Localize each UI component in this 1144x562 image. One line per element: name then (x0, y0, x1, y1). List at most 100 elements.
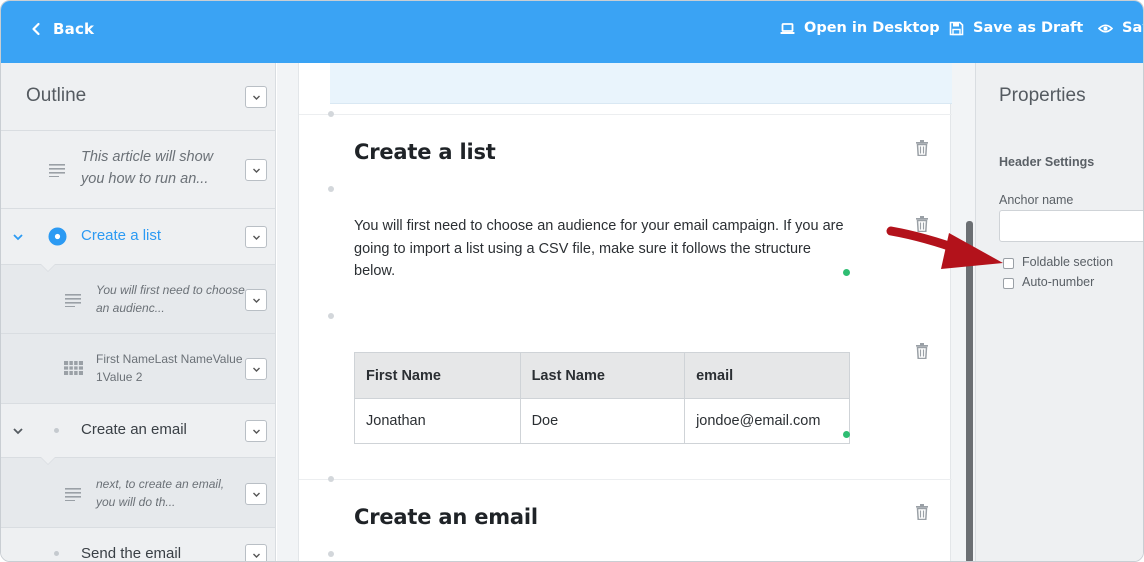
outline-item-line: next, to create an email, (96, 477, 225, 491)
paragraph-block[interactable]: You will first need to choose an audienc… (354, 215, 854, 283)
nest-notch (41, 457, 55, 464)
laptop-icon (780, 22, 795, 34)
chevron-down-icon[interactable] (12, 231, 24, 243)
block-handle[interactable] (328, 313, 334, 319)
outline-item-paragraph[interactable]: next, to create an email, you will do th… (1, 457, 275, 528)
outline-item-dropdown[interactable] (245, 420, 267, 442)
editor-canvas: Create a list You will first need to cho… (277, 63, 975, 561)
chevron-down-icon (252, 492, 260, 497)
header-settings-heading: Header Settings (999, 155, 1095, 169)
outline-header: Outline (1, 63, 275, 131)
trash-icon[interactable] (915, 343, 929, 359)
table-cell[interactable]: jondoe@email.com (684, 398, 850, 444)
active-header-icon (48, 227, 67, 246)
block-handle[interactable] (328, 476, 334, 482)
table-header-cell[interactable]: email (684, 352, 850, 399)
chevron-down-icon (252, 298, 260, 303)
heading-create-an-email[interactable]: Create an email (354, 505, 538, 529)
outline-item-dropdown[interactable] (245, 544, 267, 561)
outline-item-text: First NameLast NameValue 1Value 2 (96, 350, 243, 386)
auto-number-checkbox[interactable] (1003, 278, 1014, 289)
block-handle[interactable] (328, 111, 334, 117)
document-page: Create a list You will first need to cho… (298, 63, 952, 561)
auto-number-label: Auto-number (1022, 275, 1095, 289)
outline-item-paragraph[interactable]: You will first need to choose an audienc… (1, 264, 275, 334)
block-separator (299, 114, 952, 115)
saved-status-dot (843, 431, 850, 438)
outline-item-header-create-a-list[interactable]: Create a list (1, 209, 275, 265)
open-in-desktop-button[interactable]: Open in Desktop (780, 20, 940, 36)
chevron-down-icon (252, 95, 260, 100)
outline-item-label: Send the email (81, 545, 182, 562)
chevron-down-icon (252, 367, 260, 372)
anchor-name-label: Anchor name (999, 193, 1074, 207)
table-header-row: First Name Last Name email (354, 352, 850, 399)
chevron-down-icon (252, 168, 260, 173)
outline-item-text: You will first need to choose an audienc… (96, 281, 245, 317)
chevron-down-icon[interactable] (12, 425, 24, 437)
back-label: Back (53, 20, 95, 38)
outline-item-dropdown[interactable] (245, 159, 267, 181)
data-table[interactable]: First Name Last Name email Jonathan Doe … (354, 352, 850, 444)
save-as-draft-label: Save as Draft (973, 20, 1084, 36)
properties-title: Properties (999, 85, 1086, 106)
table-header-cell[interactable]: Last Name (519, 352, 686, 399)
eye-icon (1098, 23, 1113, 33)
block-separator (299, 479, 952, 480)
table-row: Jonathan Doe jondoe@email.com (354, 398, 850, 444)
chevron-down-icon (252, 235, 260, 240)
chevron-down-icon (252, 553, 260, 558)
outline-title: Outline (26, 85, 87, 106)
nest-notch (41, 264, 55, 271)
outline-item-line: First NameLast NameValue (96, 352, 243, 366)
paragraph-icon (49, 164, 65, 177)
properties-panel: Properties Header Settings Anchor name F… (975, 63, 1143, 561)
outline-item-label: Create a list (81, 227, 162, 244)
anchor-name-input[interactable] (999, 210, 1143, 242)
table-cell[interactable]: Doe (519, 398, 686, 444)
header-bullet-icon (54, 551, 59, 556)
table-icon (64, 361, 83, 375)
table-header-cell[interactable]: First Name (354, 352, 521, 399)
outline-item-text: next, to create an email, you will do th… (96, 475, 224, 511)
paragraph-icon (65, 294, 81, 307)
heading-create-a-list[interactable]: Create a list (354, 140, 496, 164)
foldable-section-label: Foldable section (1022, 255, 1114, 269)
outline-item-line: an audienc... (96, 301, 165, 315)
saved-status-dot (843, 269, 850, 276)
chevron-down-icon (252, 429, 260, 434)
paragraph-icon (65, 488, 81, 501)
chevron-left-icon (32, 22, 40, 36)
back-button[interactable]: Back (29, 20, 94, 38)
outline-menu-dropdown[interactable] (245, 86, 267, 108)
app-window: Back Open in Desktop Save as Draft Sav O… (0, 0, 1144, 562)
block-handle[interactable] (328, 551, 334, 557)
save-label: Sav (1122, 20, 1143, 36)
outline-item-line: You will first need to choose (96, 283, 245, 297)
outline-item-dropdown[interactable] (245, 358, 267, 380)
save-as-draft-button[interactable]: Save as Draft (949, 20, 1083, 36)
outline-item-line: 1Value 2 (96, 370, 143, 384)
outline-item-dropdown[interactable] (245, 289, 267, 311)
block-handle[interactable] (328, 186, 334, 192)
trash-icon[interactable] (915, 504, 929, 520)
outline-item-text: This article will show you how to run an… (81, 146, 213, 190)
outline-item-line: you will do th... (96, 495, 176, 509)
table-cell[interactable]: Jonathan (354, 398, 521, 444)
outline-item-table[interactable]: First NameLast NameValue 1Value 2 (1, 334, 275, 404)
annotation-arrow-icon (886, 226, 1003, 269)
outline-panel: Outline This article will show you how t… (1, 63, 276, 562)
outline-item-line: This article will show (81, 149, 214, 165)
outline-item-label: Create an email (81, 421, 187, 438)
top-bar: Back Open in Desktop Save as Draft Sav (1, 1, 1143, 63)
floppy-disk-icon (949, 21, 964, 35)
outline-item-line: you how to run an... (81, 171, 209, 187)
outline-item-header-create-an-email[interactable]: Create an email (1, 404, 275, 458)
outline-item-paragraph[interactable]: This article will show you how to run an… (1, 131, 275, 209)
trash-icon[interactable] (915, 140, 929, 156)
outline-item-dropdown[interactable] (245, 483, 267, 505)
outline-item-header-send-the-email[interactable]: Send the email (1, 528, 275, 562)
selected-block-banner[interactable] (330, 63, 952, 104)
outline-item-dropdown[interactable] (245, 226, 267, 248)
save-button[interactable]: Sav (1098, 20, 1143, 36)
